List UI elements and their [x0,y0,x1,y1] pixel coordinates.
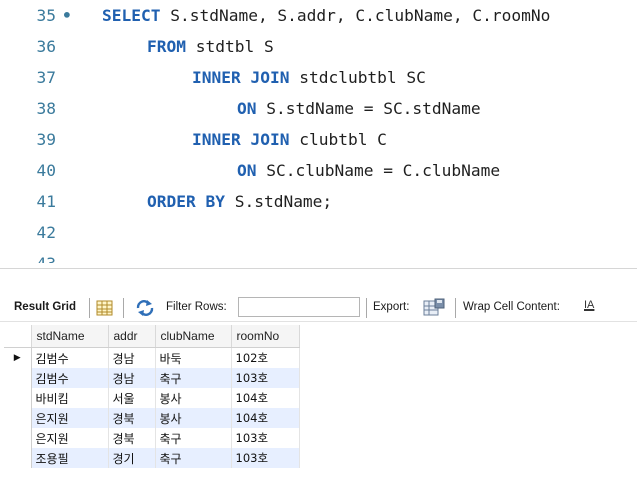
cell-stdname[interactable]: 바비킴 [31,388,109,408]
line-number: 43 [0,248,57,263]
line-number: 42 [36,223,57,242]
export-icon[interactable] [423,298,445,321]
code-text: INNER JOIN clubtbl C [192,124,387,155]
line-number: 39 [36,130,57,149]
toolbar-separator [455,298,456,318]
sql-text: S.stdName; [224,192,333,211]
table-row[interactable]: 조용필 경기 축구 103호 [4,448,300,468]
code-line[interactable]: 35 • SELECT S.stdName, S.addr, C.clubName,… [0,0,637,31]
cell-addr[interactable]: 경남 [108,347,156,368]
toolbar-separator [123,298,124,318]
cell-clubname[interactable]: 축구 [155,368,232,388]
code-text: ON SC.clubName = C.clubName [237,155,500,186]
sql-text: clubtbl C [289,130,387,149]
cell-roomno[interactable]: 104호 [231,408,300,428]
row-marker-header [4,325,32,348]
toolbar-separator [366,298,367,318]
wrap-cell-label: Wrap Cell Content: [463,301,560,313]
code-line[interactable]: 41 ORDER BY S.stdName; [0,186,637,217]
splitter-line [0,268,637,269]
cell-stdname[interactable]: 은지원 [31,428,109,448]
row-marker [4,388,32,408]
code-line[interactable]: 40 ON SC.clubName = C.clubName [0,155,637,186]
sql-keyword: SELECT [102,6,161,25]
table-row[interactable]: 은지원 경북 축구 103호 [4,428,300,448]
sql-keyword: ON [237,161,257,180]
code-line[interactable]: 36 FROM stdtbl S [0,31,637,62]
cell-stdname[interactable]: 은지원 [31,408,109,428]
row-marker [4,428,32,448]
line-number: 37 [36,68,57,87]
row-marker [4,368,32,388]
cell-roomno[interactable]: 103호 [231,428,300,448]
filter-rows-label: Filter Rows: [166,301,227,313]
code-line[interactable]: 39 INNER JOIN clubtbl C [0,124,637,155]
cell-addr[interactable]: 서울 [108,388,156,408]
filter-rows-input[interactable] [238,297,360,317]
sql-text: S.stdName = SC.stdName [256,99,481,118]
sql-text: stdclubtbl SC [289,68,426,87]
code-line[interactable]: 43 [0,248,637,263]
code-text: SELECT S.stdName, S.addr, C.clubName, C.… [102,0,550,31]
sql-keyword: ORDER BY [147,192,225,211]
cell-stdname[interactable]: 김범수 [31,368,109,388]
code-line[interactable]: 37 INNER JOIN stdclubtbl SC [0,62,637,93]
export-label: Export: [373,301,410,313]
column-header-clubname[interactable]: clubName [155,325,232,348]
column-header-stdname[interactable]: stdName [31,325,109,348]
cell-clubname[interactable]: 봉사 [155,408,232,428]
line-number: 36 [36,37,57,56]
cell-roomno[interactable]: 103호 [231,448,300,468]
toolbar-separator [89,298,90,318]
refresh-icon[interactable] [135,299,155,320]
cell-clubname[interactable]: 축구 [155,428,232,448]
cell-addr[interactable]: 경기 [108,448,156,468]
cell-roomno[interactable]: 103호 [231,368,300,388]
cell-addr[interactable]: 경북 [108,428,156,448]
sql-text: S.stdName, S.addr, C.clubName, C.roomNo [160,6,551,25]
cell-addr[interactable]: 경남 [108,368,156,388]
code-text: INNER JOIN stdclubtbl SC [192,62,426,93]
sql-keyword: FROM [147,37,186,56]
result-grid[interactable]: stdName addr clubName roomNo ▶ 김범수 경남 바둑… [4,325,300,468]
code-text: ON S.stdName = SC.stdName [237,93,481,124]
table-row[interactable]: 김범수 경남 축구 103호 [4,368,300,388]
row-marker [4,448,32,468]
sql-text: stdtbl S [185,37,274,56]
line-number: 40 [36,161,57,180]
header-row: stdName addr clubName roomNo [4,325,300,348]
table-row[interactable]: 바비킴 서울 봉사 104호 [4,388,300,408]
line-number: 35 [36,6,57,25]
code-line[interactable]: 42 [0,217,637,248]
sql-keyword: ON [237,99,257,118]
table-row[interactable]: 은지원 경북 봉사 104호 [4,408,300,428]
sql-editor[interactable]: 35 • SELECT S.stdName, S.addr, C.clubName,… [0,0,637,263]
cell-clubname[interactable]: 봉사 [155,388,232,408]
sql-text: SC.clubName = C.clubName [256,161,501,180]
cell-clubname[interactable]: 바둑 [155,347,232,368]
code-text: FROM stdtbl S [147,31,274,62]
sql-keyword: INNER JOIN [192,130,290,149]
row-marker [4,408,32,428]
sql-keyword: INNER JOIN [192,68,290,87]
line-number: 41 [36,192,57,211]
column-header-roomno[interactable]: roomNo [231,325,300,348]
cell-addr[interactable]: 경북 [108,408,156,428]
toolbar-divider [0,321,637,322]
current-row-icon: ▶ [4,347,32,368]
cell-stdname[interactable]: 조용필 [31,448,109,468]
statement-marker-icon: • [62,6,72,25]
cell-roomno[interactable]: 102호 [231,347,300,368]
column-header-addr[interactable]: addr [108,325,156,348]
result-grid-tab[interactable]: Result Grid [14,301,76,313]
grid-view-icon[interactable] [96,300,114,320]
code-text: ORDER BY S.stdName; [147,186,332,217]
cell-stdname[interactable]: 김범수 [31,347,109,368]
code-line[interactable]: 38 ON S.stdName = SC.stdName [0,93,637,124]
line-number: 38 [36,99,57,118]
table-row[interactable]: ▶ 김범수 경남 바둑 102호 [4,347,300,368]
cell-clubname[interactable]: 축구 [155,448,232,468]
wrap-cell-icon[interactable]: IA [584,299,594,311]
cell-roomno[interactable]: 104호 [231,388,300,408]
